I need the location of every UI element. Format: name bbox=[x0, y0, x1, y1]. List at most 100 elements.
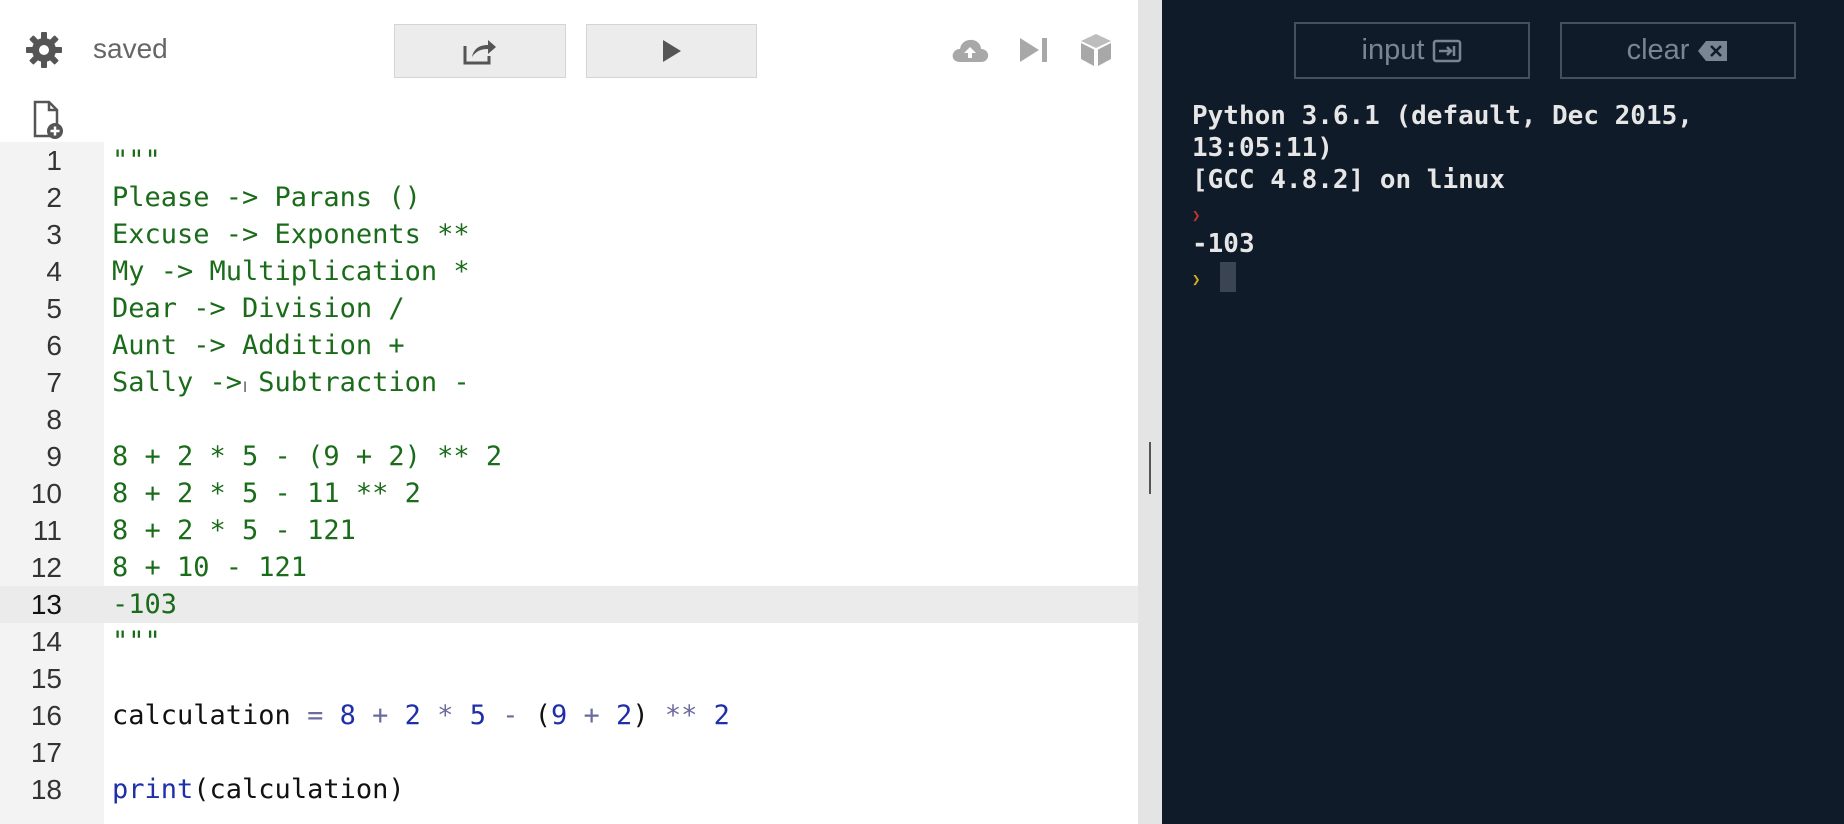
code-editor[interactable]: 1 """ 2 Please -> Parans () 3 Excuse -> Exp… bbox=[0, 142, 1138, 808]
divider-handle[interactable] bbox=[1149, 442, 1151, 494]
line-number: 12 bbox=[30, 552, 62, 583]
code-line[interactable]: 16 calculation = 8 + 2 * 5 - (9 + 2) ** 2 bbox=[0, 697, 1138, 734]
line-text: 8 + 2 * 5 - 121 bbox=[112, 515, 356, 546]
line-text: Aunt -> Addition + bbox=[112, 330, 405, 361]
cloud-upload-icon bbox=[952, 39, 989, 62]
line-number: 9 bbox=[46, 441, 62, 472]
code-line[interactable]: 9 8 + 2 * 5 - (9 + 2) ** 2 bbox=[0, 438, 1138, 475]
line-number: 10 bbox=[30, 478, 62, 509]
console-caret bbox=[1220, 261, 1236, 292]
code-line[interactable]: 17 bbox=[0, 734, 1138, 771]
play-icon bbox=[662, 40, 681, 62]
line-number: 5 bbox=[46, 293, 62, 324]
packages-button[interactable] bbox=[1074, 28, 1118, 72]
code-line[interactable]: 15 bbox=[0, 660, 1138, 697]
code-token: print bbox=[112, 774, 194, 805]
line-text: Please -> Parans () bbox=[112, 182, 421, 213]
run-button[interactable] bbox=[586, 24, 757, 78]
console-banner-line: 13:05:11) bbox=[1192, 133, 1333, 163]
code-line[interactable]: 11 8 + 2 * 5 - 121 bbox=[0, 512, 1138, 549]
code-line[interactable]: 1 """ bbox=[0, 142, 1138, 179]
line-number: 4 bbox=[46, 256, 62, 287]
save-status: saved bbox=[93, 33, 168, 64]
pane-divider[interactable] bbox=[1138, 0, 1162, 824]
upload-button[interactable] bbox=[948, 30, 992, 70]
clear-button-label: clear bbox=[1626, 34, 1690, 66]
line-number: 17 bbox=[30, 737, 62, 768]
code-line[interactable]: 4 My -> Multiplication * bbox=[0, 253, 1138, 290]
line-text: calculation = 8 + 2 * 5 - (9 + 2) ** 2 bbox=[112, 697, 730, 734]
line-number: 8 bbox=[46, 404, 62, 435]
prompt-chevron-icon: ❯ bbox=[1192, 272, 1201, 288]
line-text: Dear -> Division / bbox=[112, 293, 405, 324]
new-file-button[interactable] bbox=[28, 98, 68, 142]
line-text: 8 + 10 - 121 bbox=[112, 552, 308, 583]
share-icon bbox=[463, 40, 496, 65]
console-prompt-line: ❯ bbox=[1192, 196, 1812, 228]
line-number: 3 bbox=[46, 219, 62, 250]
code-token: - bbox=[485, 700, 535, 731]
line-text: 8 + 2 * 5 - 11 ** 2 bbox=[112, 478, 421, 509]
code-token: ** bbox=[648, 700, 714, 731]
line-number: 7 bbox=[46, 367, 62, 398]
code-line[interactable]: 6 Aunt -> Addition + bbox=[0, 327, 1138, 364]
code-token: + bbox=[567, 700, 617, 731]
code-line[interactable]: 5 Dear -> Division / bbox=[0, 290, 1138, 327]
code-token: * bbox=[420, 700, 470, 731]
code-token: ) bbox=[632, 700, 649, 731]
line-number: 18 bbox=[30, 774, 62, 805]
line-text: 8 + 2 * 5 - (9 + 2) ** 2 bbox=[112, 441, 503, 472]
line-text: -103 bbox=[112, 589, 178, 620]
code-line[interactable]: 8 bbox=[0, 401, 1138, 438]
input-button[interactable]: input bbox=[1294, 22, 1530, 79]
code-line-active[interactable]: 13 -103 bbox=[0, 586, 1138, 623]
line-text: Sally -> Subtraction - bbox=[112, 367, 470, 398]
backspace-icon bbox=[1698, 40, 1728, 61]
code-token: 2 bbox=[616, 700, 633, 731]
code-token: = bbox=[290, 700, 340, 731]
clear-button[interactable]: clear bbox=[1560, 22, 1796, 79]
code-line[interactable]: 7 Sally -> Subtraction - bbox=[0, 364, 1138, 401]
share-button[interactable] bbox=[394, 24, 566, 78]
input-button-label: input bbox=[1361, 34, 1425, 66]
code-line[interactable]: 12 8 + 10 - 121 bbox=[0, 549, 1138, 586]
line-number: 1 bbox=[46, 145, 62, 176]
code-line[interactable]: 2 Please -> Parans () bbox=[0, 179, 1138, 216]
line-number: 16 bbox=[30, 700, 62, 731]
code-token: 2 bbox=[404, 700, 421, 731]
editor-pane: saved 1 """ 2 Please -> Parans () 3 Excu… bbox=[0, 0, 1138, 824]
code-line[interactable]: 3 Excuse -> Exponents ** bbox=[0, 216, 1138, 253]
line-number: 14 bbox=[30, 626, 62, 657]
line-text: """ bbox=[112, 626, 161, 657]
line-text: My -> Multiplication * bbox=[112, 256, 470, 287]
line-text: """ bbox=[112, 145, 161, 176]
line-number: 2 bbox=[46, 182, 62, 213]
enter-icon bbox=[1433, 39, 1462, 62]
console-banner-line: [GCC 4.8.2] on linux bbox=[1192, 165, 1506, 195]
step-forward-icon bbox=[1020, 38, 1047, 62]
line-text: Excuse -> Exponents ** bbox=[112, 219, 470, 250]
code-token: calculation bbox=[112, 700, 291, 731]
line-number: 11 bbox=[32, 515, 62, 546]
code-line[interactable]: 14 """ bbox=[0, 623, 1138, 660]
code-token: + bbox=[355, 700, 405, 731]
editor-toolbar: saved bbox=[0, 0, 1138, 100]
line-number: 13 bbox=[30, 589, 62, 620]
code-token: 9 bbox=[551, 700, 568, 731]
code-token: 8 bbox=[339, 700, 356, 731]
line-number: 15 bbox=[30, 663, 62, 694]
line-number: 6 bbox=[46, 330, 62, 361]
code-token: (calculation) bbox=[193, 774, 405, 805]
code-token: ( bbox=[534, 700, 551, 731]
console-input-line[interactable]: ❯ bbox=[1192, 260, 1812, 292]
code-line[interactable]: 10 8 + 2 * 5 - 11 ** 2 bbox=[0, 475, 1138, 512]
console-output[interactable]: Python 3.6.1 (default, Dec 2015, 13:05:1… bbox=[1192, 100, 1812, 292]
code-line[interactable]: 18 print(calculation) bbox=[0, 771, 1138, 808]
console-banner-line: Python 3.6.1 (default, Dec 2015, bbox=[1192, 101, 1693, 131]
gear-icon bbox=[26, 32, 62, 68]
step-button[interactable] bbox=[1012, 30, 1056, 70]
new-file-icon bbox=[33, 100, 63, 139]
settings-button[interactable] bbox=[22, 28, 66, 72]
code-token: 5 bbox=[469, 700, 486, 731]
mouse-ibeam-cursor: I bbox=[243, 380, 248, 396]
